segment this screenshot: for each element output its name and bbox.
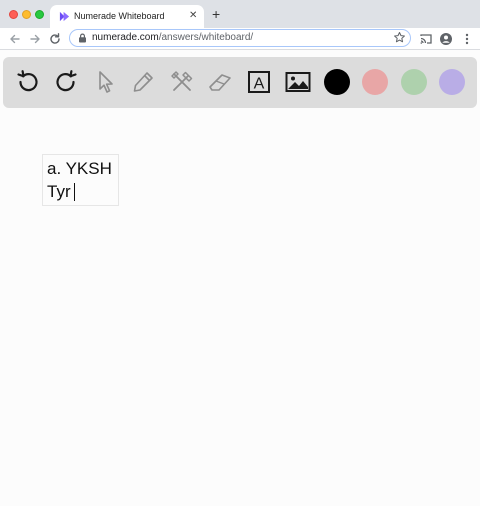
pen-icon	[133, 72, 153, 92]
back-icon[interactable]	[8, 32, 22, 46]
pen-tool-button[interactable]	[129, 68, 157, 96]
color-swatch-black[interactable]	[324, 69, 350, 95]
image-icon	[285, 72, 311, 92]
text-line-1: a. YKSH	[47, 159, 112, 178]
lock-icon[interactable]	[78, 33, 87, 43]
canvas-text-box[interactable]: a. YKSH Tyr	[42, 154, 119, 206]
text-tool-icon: A	[248, 71, 270, 93]
minimize-window-button[interactable]	[22, 10, 31, 19]
eraser-icon	[209, 74, 231, 91]
text-tool-glyph: A	[254, 76, 265, 93]
tools-button[interactable]	[168, 68, 196, 96]
url-host: numerade.com	[92, 32, 159, 43]
select-tool-button[interactable]	[91, 68, 119, 96]
redo-icon	[56, 70, 77, 92]
tab-close-button[interactable]: ✕	[189, 10, 197, 22]
browser-tab-strip: Numerade Whiteboard ✕ +	[0, 0, 480, 28]
tab-title: Numerade Whiteboard	[74, 11, 165, 21]
whiteboard-toolbar: A	[3, 57, 477, 108]
text-tool-button[interactable]: A	[245, 68, 273, 96]
text-line-2-content: Tyr	[47, 182, 71, 201]
tools-icon	[171, 71, 193, 91]
kebab-menu-icon[interactable]	[460, 32, 474, 46]
new-tab-button[interactable]: +	[212, 6, 220, 22]
undo-button[interactable]	[14, 68, 42, 96]
color-swatch-purple[interactable]	[439, 69, 465, 95]
maximize-window-button[interactable]	[35, 10, 44, 19]
cast-icon[interactable]	[419, 32, 433, 46]
whiteboard-canvas[interactable]: a. YKSH Tyr	[0, 112, 480, 506]
close-window-button[interactable]	[9, 10, 18, 19]
redo-button[interactable]	[52, 68, 80, 96]
address-bar[interactable]: numerade.com/answers/whiteboard/	[69, 29, 411, 47]
image-tool-button[interactable]	[284, 68, 312, 96]
cursor-icon	[99, 71, 113, 93]
url-text: numerade.com/answers/whiteboard/	[92, 32, 253, 43]
browser-tab[interactable]: Numerade Whiteboard ✕	[50, 5, 204, 28]
color-swatch-green[interactable]	[401, 69, 427, 95]
forward-icon[interactable]	[28, 32, 42, 46]
reload-icon[interactable]	[48, 32, 62, 46]
profile-avatar-icon[interactable]	[439, 32, 453, 46]
url-path: /answers/whiteboard/	[158, 32, 254, 43]
undo-icon	[17, 70, 38, 92]
eraser-button[interactable]	[206, 68, 234, 96]
text-caret	[73, 182, 76, 201]
bookmark-star-icon[interactable]	[393, 31, 406, 44]
numerade-logo-icon	[59, 11, 70, 22]
text-line-2: Tyr	[47, 180, 118, 203]
color-swatch-red[interactable]	[362, 69, 388, 95]
browser-toolbar: numerade.com/answers/whiteboard/	[0, 28, 480, 50]
